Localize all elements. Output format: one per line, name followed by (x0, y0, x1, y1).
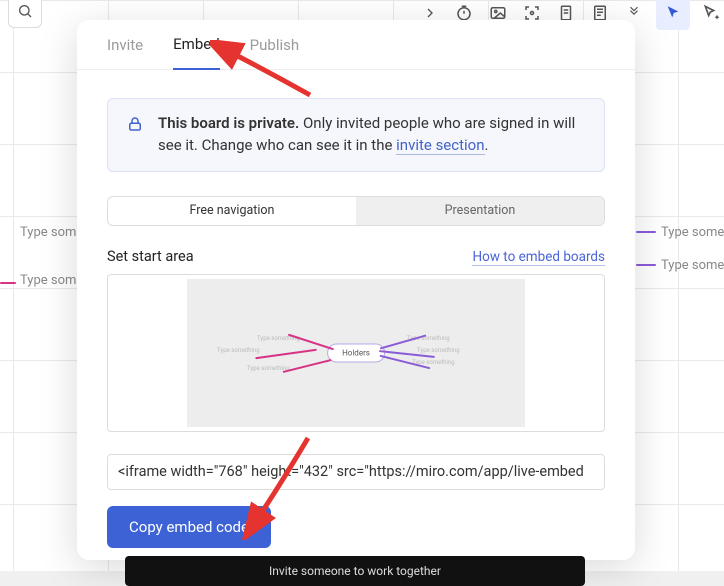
sparkle-cursor-icon (702, 3, 722, 23)
copy-embed-button[interactable]: Copy embed code (107, 506, 271, 548)
search-button[interactable] (8, 0, 42, 28)
invite-banner[interactable]: Invite someone to work together (125, 556, 585, 586)
edge-line (0, 282, 16, 284)
toolbar-cursor[interactable] (656, 0, 690, 30)
dialog-tabs: Invite Embed Publish (77, 20, 635, 70)
preview-text: Type something (217, 347, 260, 354)
share-dialog: Invite Embed Publish This board is priva… (77, 20, 635, 560)
invite-section-link[interactable]: invite section (396, 136, 484, 155)
invite-banner-text: Invite someone to work together (269, 564, 441, 578)
start-area-label: Set start area (107, 248, 194, 265)
segment-presentation[interactable]: Presentation (356, 197, 604, 225)
canvas-node-text[interactable]: Type some (661, 225, 724, 240)
preview-text: Type something (417, 347, 460, 354)
search-icon (17, 3, 33, 19)
cursor-icon (664, 4, 682, 22)
mode-segmented: Free navigation Presentation (107, 196, 605, 226)
tab-embed[interactable]: Embed (173, 20, 220, 70)
chevron-right-icon (422, 5, 438, 21)
canvas-node-text[interactable]: Type some (20, 225, 83, 240)
tab-invite[interactable]: Invite (107, 20, 143, 70)
edge-line (636, 231, 656, 233)
preview-edge (283, 358, 332, 372)
toolbar-ai[interactable] (700, 1, 724, 25)
preview-thumbnail: Holders Type something Type something Ty… (187, 279, 525, 427)
start-area-preview[interactable]: Holders Type something Type something Ty… (107, 274, 605, 432)
privacy-banner: This board is private. Only invited peop… (107, 98, 605, 172)
lock-icon (126, 115, 144, 137)
tab-publish[interactable]: Publish (250, 20, 299, 70)
start-area-header: Set start area How to embed boards (107, 248, 605, 266)
embed-code-input[interactable] (107, 454, 605, 490)
preview-edge (255, 348, 317, 358)
banner-rest-b: . (485, 136, 489, 154)
canvas-node-text[interactable]: Type some (20, 273, 83, 288)
segment-free-navigation[interactable]: Free navigation (108, 197, 356, 225)
how-to-embed-link[interactable]: How to embed boards (472, 249, 605, 266)
preview-center-node: Holders (327, 343, 385, 362)
edge-line (636, 264, 656, 266)
chevron-down-double-icon (627, 6, 641, 20)
banner-bold: This board is private. (158, 114, 299, 132)
canvas-node-text[interactable]: Type some (661, 258, 724, 273)
privacy-banner-text: This board is private. Only invited peop… (158, 113, 586, 157)
